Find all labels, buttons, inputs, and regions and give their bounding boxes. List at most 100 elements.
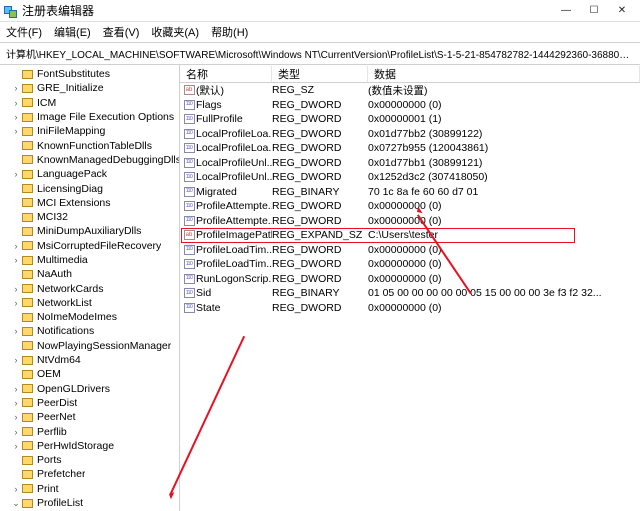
chevron-right-icon[interactable]: ›	[10, 112, 22, 122]
list-row[interactable]: ProfileLoadTim...REG_DWORD0x00000000 (0)	[180, 243, 640, 258]
tree-item[interactable]: NowPlayingSessionManager	[0, 339, 179, 353]
value-name: (默认)	[196, 83, 272, 98]
folder-icon	[22, 184, 33, 193]
menu-edit[interactable]: 编辑(E)	[54, 24, 91, 40]
chevron-right-icon[interactable]: ›	[10, 427, 22, 437]
chevron-right-icon[interactable]: ›	[10, 326, 22, 336]
chevron-right-icon[interactable]: ›	[10, 98, 22, 108]
tree-item-label: PeerNet	[37, 411, 76, 423]
list-row[interactable]: StateREG_DWORD0x00000000 (0)	[180, 301, 640, 316]
list-row[interactable]: ProfileAttempte...REG_DWORD0x00000000 (0…	[180, 199, 640, 214]
tree-item[interactable]: ›GRE_Initialize	[0, 81, 179, 95]
value-type: REG_DWORD	[272, 128, 368, 140]
list-header[interactable]: 名称 类型 数据	[180, 65, 640, 83]
chevron-right-icon[interactable]: ›	[10, 398, 22, 408]
tree-item[interactable]: MiniDumpAuxiliaryDlls	[0, 224, 179, 238]
close-button[interactable]: ✕	[608, 1, 636, 21]
tree-item[interactable]: ›NetworkCards	[0, 281, 179, 295]
value-data: 0x00000000 (0)	[368, 258, 640, 270]
list-row[interactable]: LocalProfileUnl...REG_DWORD0x1252d3c2 (3…	[180, 170, 640, 185]
list-row[interactable]: ProfileLoadTim...REG_DWORD0x00000000 (0)	[180, 257, 640, 272]
value-type: REG_DWORD	[272, 99, 368, 111]
value-data: 01 05 00 00 00 00 00 05 15 00 00 00 3e f…	[368, 287, 640, 299]
tree-item[interactable]: ›PeerDist	[0, 396, 179, 410]
folder-icon	[22, 456, 33, 465]
menu-file[interactable]: 文件(F)	[6, 24, 42, 40]
chevron-right-icon[interactable]: ›	[10, 355, 22, 365]
tree-item[interactable]: MCI Extensions	[0, 196, 179, 210]
col-data[interactable]: 数据	[368, 66, 640, 82]
value-data: 70 1c 8a fe 60 60 d7 01	[368, 186, 640, 198]
value-name: ProfileAttempte...	[196, 200, 272, 212]
folder-icon	[22, 427, 33, 436]
list-row[interactable]: LocalProfileLoa...REG_DWORD0x0727b955 (1…	[180, 141, 640, 156]
chevron-right-icon[interactable]: ›	[10, 284, 22, 294]
list-row[interactable]: FlagsREG_DWORD0x00000000 (0)	[180, 98, 640, 113]
chevron-right-icon[interactable]: ›	[10, 126, 22, 136]
list-row[interactable]: LocalProfileUnl...REG_DWORD0x01d77bb1 (3…	[180, 156, 640, 171]
list-row[interactable]: ProfileAttempte...REG_DWORD0x00000000 (0…	[180, 214, 640, 229]
tree-item[interactable]: NaAuth	[0, 267, 179, 281]
list-row[interactable]: MigratedREG_BINARY70 1c 8a fe 60 60 d7 0…	[180, 185, 640, 200]
tree-item[interactable]: FontSubstitutes	[0, 67, 179, 81]
folder-icon	[22, 470, 33, 479]
col-type[interactable]: 类型	[272, 66, 368, 82]
window-title: 注册表编辑器	[22, 2, 552, 19]
tree-item[interactable]: › PeerNet	[0, 410, 179, 424]
chevron-right-icon[interactable]: ›	[10, 384, 22, 394]
tree-item[interactable]: MCI32	[0, 210, 179, 224]
minimize-button[interactable]: —	[552, 1, 580, 21]
tree-item[interactable]: ›MsiCorruptedFileRecovery	[0, 239, 179, 253]
maximize-button[interactable]: ☐	[580, 1, 608, 21]
chevron-right-icon[interactable]: ›	[10, 255, 22, 265]
tree-item[interactable]: LicensingDiag	[0, 181, 179, 195]
value-data: 0x00000000 (0)	[368, 302, 640, 314]
list-row[interactable]: SidREG_BINARY01 05 00 00 00 00 00 05 15 …	[180, 286, 640, 301]
tree-item[interactable]: ›Perflib	[0, 424, 179, 438]
tree-item[interactable]: ›NtVdm64	[0, 353, 179, 367]
tree-item[interactable]: ›NetworkList	[0, 296, 179, 310]
chevron-right-icon[interactable]: ›	[10, 83, 22, 93]
value-name: ProfileAttempte...	[196, 215, 272, 227]
tree-item[interactable]: ›ICM	[0, 96, 179, 110]
tree-item[interactable]: ›LanguagePack	[0, 167, 179, 181]
titlebar: 注册表编辑器 — ☐ ✕	[0, 0, 640, 22]
tree-item[interactable]: KnownFunctionTableDlls	[0, 138, 179, 152]
chevron-right-icon[interactable]: ›	[10, 484, 22, 494]
tree-item[interactable]: ⌄ProfileList	[0, 496, 179, 510]
menu-view[interactable]: 查看(V)	[103, 24, 140, 40]
tree-item[interactable]: ›Image File Execution Options	[0, 110, 179, 124]
tree-pane[interactable]: FontSubstitutes›GRE_Initialize›ICM›Image…	[0, 65, 180, 511]
chevron-right-icon[interactable]: ›	[10, 169, 22, 179]
tree-item[interactable]: ›PerHwIdStorage	[0, 439, 179, 453]
col-name[interactable]: 名称	[180, 66, 272, 82]
tree-item[interactable]: › Print	[0, 482, 179, 496]
tree-item[interactable]: ›IniFileMapping	[0, 124, 179, 138]
tree-item[interactable]: OEM	[0, 367, 179, 381]
menu-favorites[interactable]: 收藏夹(A)	[151, 24, 199, 40]
chevron-down-icon[interactable]: ⌄	[10, 498, 22, 509]
tree-item[interactable]: ›OpenGLDrivers	[0, 382, 179, 396]
tree-item[interactable]: Prefetcher	[0, 467, 179, 481]
chevron-right-icon[interactable]: ›	[10, 412, 22, 422]
list-pane[interactable]: 名称 类型 数据 (默认)REG_SZ(数值未设置)FlagsREG_DWORD…	[180, 65, 640, 511]
folder-icon	[22, 241, 33, 250]
chevron-right-icon[interactable]: ›	[10, 298, 22, 308]
list-row[interactable]: ProfileImagePathREG_EXPAND_SZC:\Users\te…	[180, 228, 640, 243]
chevron-right-icon[interactable]: ›	[10, 241, 22, 251]
list-row[interactable]: FullProfileREG_DWORD0x00000001 (1)	[180, 112, 640, 127]
tree-item[interactable]: Ports	[0, 453, 179, 467]
tree-item-label: Print	[37, 483, 59, 495]
list-row[interactable]: LocalProfileLoa...REG_DWORD0x01d77bb2 (3…	[180, 127, 640, 142]
menu-help[interactable]: 帮助(H)	[211, 24, 248, 40]
tree-item[interactable]: ›Notifications	[0, 324, 179, 338]
tree-item[interactable]: NoImeModeImes	[0, 310, 179, 324]
list-row[interactable]: (默认)REG_SZ(数值未设置)	[180, 83, 640, 98]
tree-item[interactable]: ›Multimedia	[0, 253, 179, 267]
chevron-right-icon[interactable]: ›	[10, 441, 22, 451]
tree-item[interactable]: KnownManagedDebuggingDlls	[0, 153, 179, 167]
list-row[interactable]: RunLogonScrip...REG_DWORD0x00000000 (0)	[180, 272, 640, 287]
binary-value-icon	[184, 143, 195, 153]
folder-icon	[22, 413, 33, 422]
address-bar[interactable]: 计算机\HKEY_LOCAL_MACHINE\SOFTWARE\Microsof…	[0, 42, 640, 65]
